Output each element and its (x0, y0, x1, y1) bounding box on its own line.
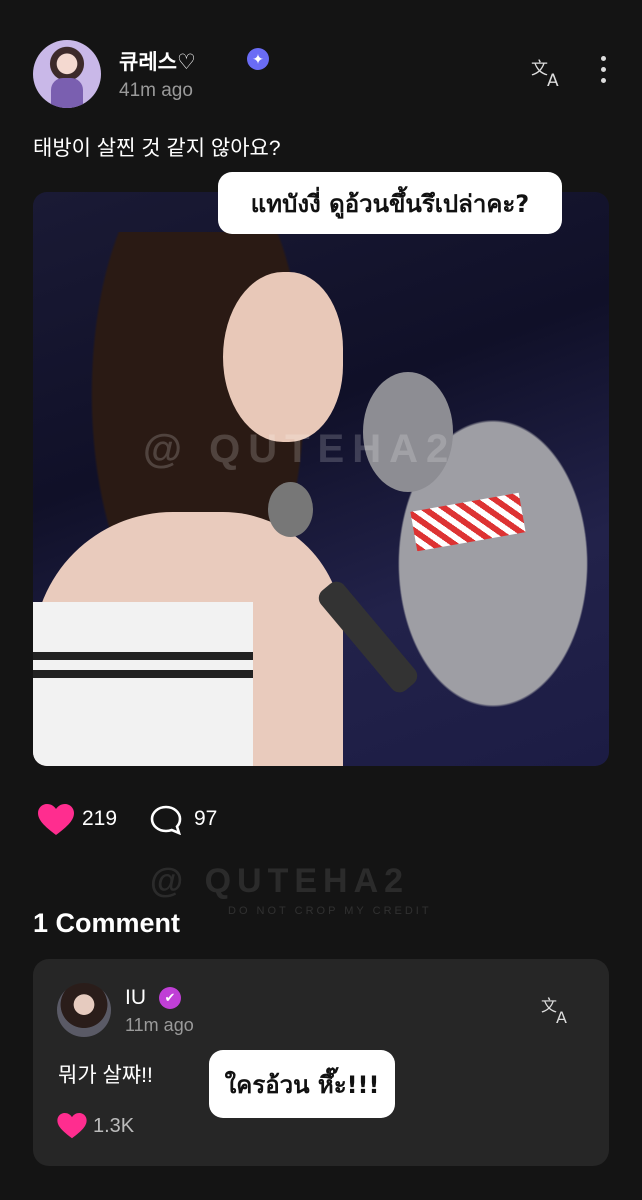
svg-text:文: 文 (531, 59, 548, 79)
comment-count: 97 (194, 807, 218, 830)
post-time: 41m ago (119, 80, 193, 101)
post-text: 태방이 살찐 것 같지 않아요? (33, 137, 281, 160)
background-watermark-sub: DO NOT CROP MY CREDIT (228, 905, 432, 917)
verified-star-icon: ✦ (247, 48, 269, 70)
post-translation-bubble: แทบังงี่ ดูอ้วนขึ้นรึเปล่าคะ? (218, 172, 562, 234)
comment-translation-bubble: ใครอ้วน หึ๊ะ!!! (209, 1050, 395, 1118)
svg-text:A: A (556, 1008, 567, 1025)
verified-check-icon: ✔ (159, 987, 181, 1009)
comment-bubble-icon[interactable] (150, 805, 182, 835)
photo-watermark: @ QUTEHA2 (143, 427, 457, 471)
more-vertical-icon[interactable] (595, 56, 611, 90)
post-photo[interactable]: @ QUTEHA2 (33, 192, 609, 766)
post-actions: 219 97 (38, 804, 338, 836)
comment-author-avatar[interactable] (57, 983, 111, 1037)
translate-icon[interactable]: 文 A (541, 995, 575, 1025)
comment-time: 11m ago (125, 1015, 194, 1035)
translate-icon[interactable]: 文 A (531, 58, 567, 88)
svg-text:A: A (547, 71, 559, 88)
author-avatar[interactable] (33, 40, 101, 108)
author-name[interactable]: 큐레스♡ (119, 46, 196, 76)
comment-text: 뭐가 살쨔!! (58, 1064, 153, 1087)
comment-like-count: 1.3K (93, 1115, 135, 1137)
post-header: 큐레스♡ ✦ 41m ago 文 A (33, 40, 613, 110)
like-count: 219 (82, 807, 118, 830)
heart-icon[interactable] (38, 804, 74, 836)
heart-icon[interactable] (57, 1113, 87, 1139)
background-watermark: @ QUTEHA2 (150, 862, 410, 900)
comments-heading: 1 Comment (33, 908, 181, 938)
svg-text:文: 文 (541, 996, 557, 1015)
comment-author-name[interactable]: IU (125, 986, 146, 1010)
